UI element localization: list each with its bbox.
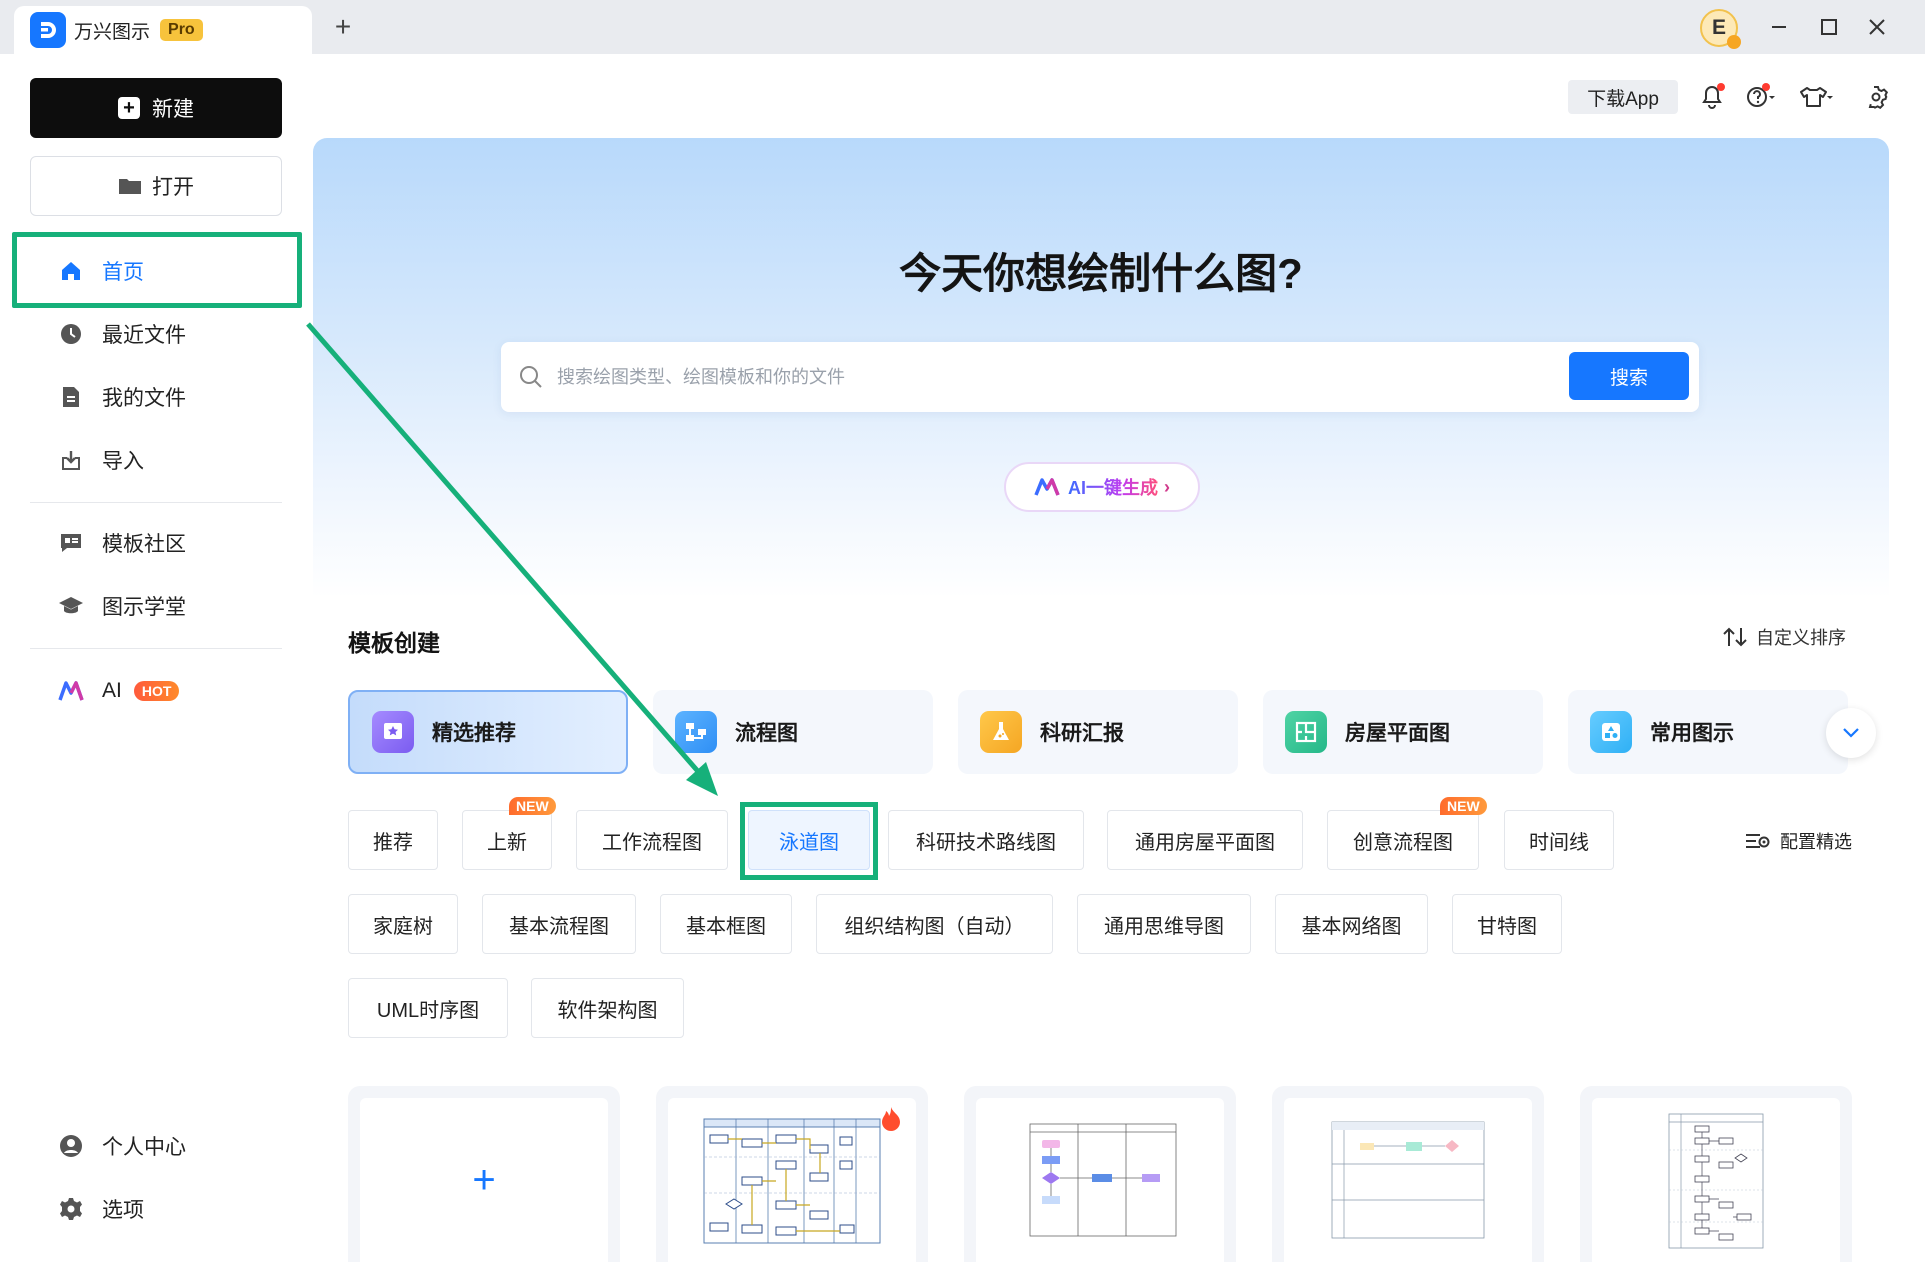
template-card-swimlane-4[interactable] xyxy=(1580,1086,1852,1262)
template-card-blank[interactable]: + xyxy=(348,1086,620,1262)
template-preview xyxy=(1284,1098,1532,1262)
swimlane-thumbnail-3 xyxy=(1331,1121,1485,1239)
template-card-swimlane-2[interactable] xyxy=(964,1086,1236,1262)
swimlane-thumbnail-4 xyxy=(1668,1113,1764,1249)
template-preview: + xyxy=(360,1098,608,1262)
blank-template-plus-icon: + xyxy=(472,1157,496,1202)
annotation-arrow xyxy=(306,322,718,796)
template-card-swimlane-3[interactable] xyxy=(1272,1086,1544,1262)
swimlane-thumbnail-2 xyxy=(1029,1123,1177,1237)
swimlane-thumbnail-1 xyxy=(703,1118,881,1244)
fire-icon xyxy=(882,1107,900,1131)
template-card-swimlane-1[interactable] xyxy=(656,1086,928,1262)
template-preview xyxy=(1592,1098,1840,1262)
template-preview xyxy=(668,1098,916,1262)
template-preview xyxy=(976,1098,1224,1262)
